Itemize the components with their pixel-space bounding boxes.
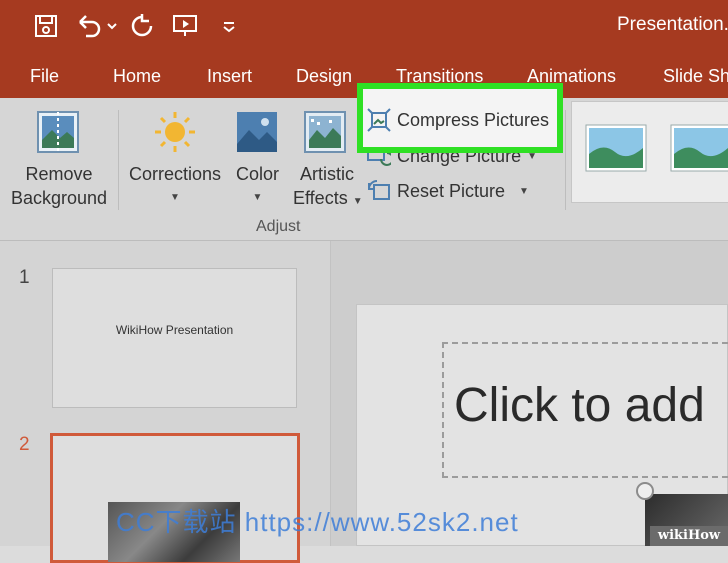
undo-icon[interactable] bbox=[74, 12, 118, 40]
reset-picture-dropdown-icon: ▼ bbox=[519, 185, 529, 197]
ribbon-separator bbox=[565, 110, 566, 210]
slideshow-icon[interactable] bbox=[170, 12, 204, 40]
corrections-button[interactable]: Corrections ▼ bbox=[126, 162, 224, 210]
remove-background-button[interactable]: Remove Background bbox=[8, 162, 110, 210]
corrections-sun-icon bbox=[153, 110, 197, 159]
color-button[interactable]: Color ▼ bbox=[230, 162, 285, 210]
color-dropdown-icon: ▼ bbox=[252, 192, 263, 203]
remove-background-icon bbox=[36, 110, 80, 159]
artistic-effects-label-2: Effects bbox=[293, 188, 348, 208]
title-placeholder[interactable]: Click to add bbox=[442, 342, 728, 478]
artistic-effects-dropdown-icon: ▼ bbox=[352, 196, 363, 207]
picture-style-thumb[interactable] bbox=[585, 124, 647, 177]
slide-thumbnail-title: WikiHow Presentation bbox=[115, 323, 234, 337]
corrections-label: Corrections bbox=[128, 164, 222, 184]
slide-number: 1 bbox=[19, 267, 30, 288]
corrections-dropdown-icon: ▼ bbox=[170, 192, 180, 203]
slide-number: 2 bbox=[19, 434, 30, 455]
highlight-box bbox=[357, 83, 563, 153]
artistic-effects-label-1: Artistic bbox=[300, 164, 354, 184]
redo-icon[interactable] bbox=[128, 12, 156, 40]
remove-background-label-1: Remove bbox=[25, 164, 93, 184]
tab-file[interactable]: File bbox=[30, 66, 59, 87]
slide-thumbnail-1[interactable]: WikiHow Presentation bbox=[52, 268, 297, 408]
tab-insert[interactable]: Insert bbox=[207, 66, 252, 87]
ribbon-separator bbox=[118, 110, 119, 210]
save-icon[interactable] bbox=[32, 12, 60, 40]
color-label: Color bbox=[235, 164, 279, 184]
reset-picture-icon bbox=[368, 180, 390, 200]
picture-style-thumb[interactable] bbox=[670, 124, 728, 177]
reset-picture-label: Reset Picture bbox=[397, 180, 506, 201]
wikihow-badge: wikiHow bbox=[650, 526, 728, 546]
artistic-effects-button[interactable]: Artistic Effects ▼ bbox=[293, 162, 363, 214]
rotate-handle-icon[interactable] bbox=[636, 482, 654, 500]
window-title: Presentation.p bbox=[617, 14, 728, 35]
group-label-adjust: Adjust bbox=[256, 218, 301, 235]
artistic-effects-icon bbox=[303, 110, 347, 159]
customize-qat-icon[interactable] bbox=[220, 12, 238, 40]
watermark-text: CC下载站 https://www.52sk2.net bbox=[116, 507, 519, 537]
reset-picture-button[interactable]: Reset Picture ▼ bbox=[367, 180, 529, 202]
artistic-effects-label-2-row: Effects ▼ bbox=[293, 186, 363, 214]
color-icon bbox=[235, 110, 279, 159]
tab-slide-show[interactable]: Slide Sh bbox=[663, 66, 728, 87]
title-placeholder-text: Click to add bbox=[454, 379, 705, 432]
tab-design[interactable]: Design bbox=[296, 66, 352, 87]
remove-background-label-2: Background bbox=[10, 188, 108, 208]
tab-home[interactable]: Home bbox=[113, 66, 161, 87]
